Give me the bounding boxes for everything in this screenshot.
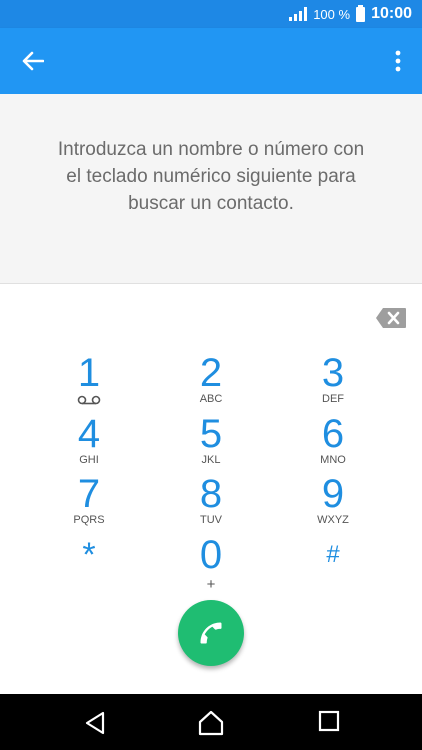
key-5[interactable]: 5 JKL [161, 411, 261, 469]
key-hash-symbol: # [326, 541, 340, 568]
key-star-symbol: * [82, 536, 96, 574]
key-8[interactable]: 8 TUV [161, 471, 261, 529]
key-5-digit: 5 [199, 412, 223, 456]
key-1[interactable]: 1 [39, 350, 139, 408]
key-8-letters: TUV [200, 514, 222, 526]
key-7-letters: PQRS [73, 514, 105, 526]
key-0[interactable]: 0 + [161, 532, 261, 593]
backspace-icon [376, 308, 406, 328]
app-bar [0, 28, 422, 94]
nav-home-button[interactable] [197, 710, 224, 736]
key-4[interactable]: 4 GHI [39, 411, 139, 469]
key-6[interactable]: 6 MNO [283, 411, 383, 469]
clock: 10:00 [371, 5, 412, 22]
triangle-back-icon [85, 711, 105, 735]
key-8-digit: 8 [199, 472, 223, 516]
voicemail-icon [39, 395, 139, 405]
key-2-digit: 2 [199, 351, 223, 395]
key-0-plus: + [206, 576, 216, 593]
nav-recents-button[interactable] [318, 710, 344, 736]
key-4-letters: GHI [79, 454, 99, 466]
key-9[interactable]: 9 WXYZ [283, 471, 383, 529]
more-vert-icon [395, 50, 401, 72]
key-7[interactable]: 7 PQRS [39, 471, 139, 529]
key-6-letters: MNO [320, 454, 346, 466]
backspace-button[interactable] [375, 307, 407, 329]
call-button[interactable] [178, 600, 244, 666]
phone-icon [200, 622, 222, 644]
key-7-digit: 7 [77, 472, 101, 516]
key-0-digit: 0 [199, 533, 223, 577]
key-4-digit: 4 [77, 412, 101, 456]
battery-icon [356, 4, 366, 22]
navigation-bar [0, 694, 422, 750]
status-bar: 100 % 10:00 [0, 0, 422, 28]
key-5-letters: JKL [201, 454, 221, 466]
home-icon [198, 710, 224, 736]
nav-back-button[interactable] [82, 710, 108, 736]
key-star[interactable]: * [39, 532, 139, 590]
key-2[interactable]: 2 ABC [161, 350, 261, 408]
key-6-digit: 6 [321, 412, 345, 456]
key-9-letters: WXYZ [317, 514, 349, 526]
key-3-letters: DEF [322, 393, 344, 405]
key-3-digit: 3 [321, 351, 345, 395]
back-button[interactable] [16, 45, 50, 77]
search-hint-text: Introduzca un nombre o número con el tec… [57, 139, 365, 214]
key-hash[interactable]: # [283, 532, 383, 590]
square-recents-icon [318, 710, 340, 732]
arrow-back-icon [22, 51, 44, 71]
more-options-button[interactable] [386, 44, 410, 78]
battery-percent: 100 % [313, 6, 351, 22]
key-3[interactable]: 3 DEF [283, 350, 383, 408]
key-9-digit: 9 [321, 472, 345, 516]
signal-icon [289, 7, 308, 21]
key-1-digit: 1 [77, 351, 101, 395]
search-hint-panel: Introduzca un nombre o número con el tec… [0, 94, 422, 284]
key-2-letters: ABC [199, 393, 223, 405]
